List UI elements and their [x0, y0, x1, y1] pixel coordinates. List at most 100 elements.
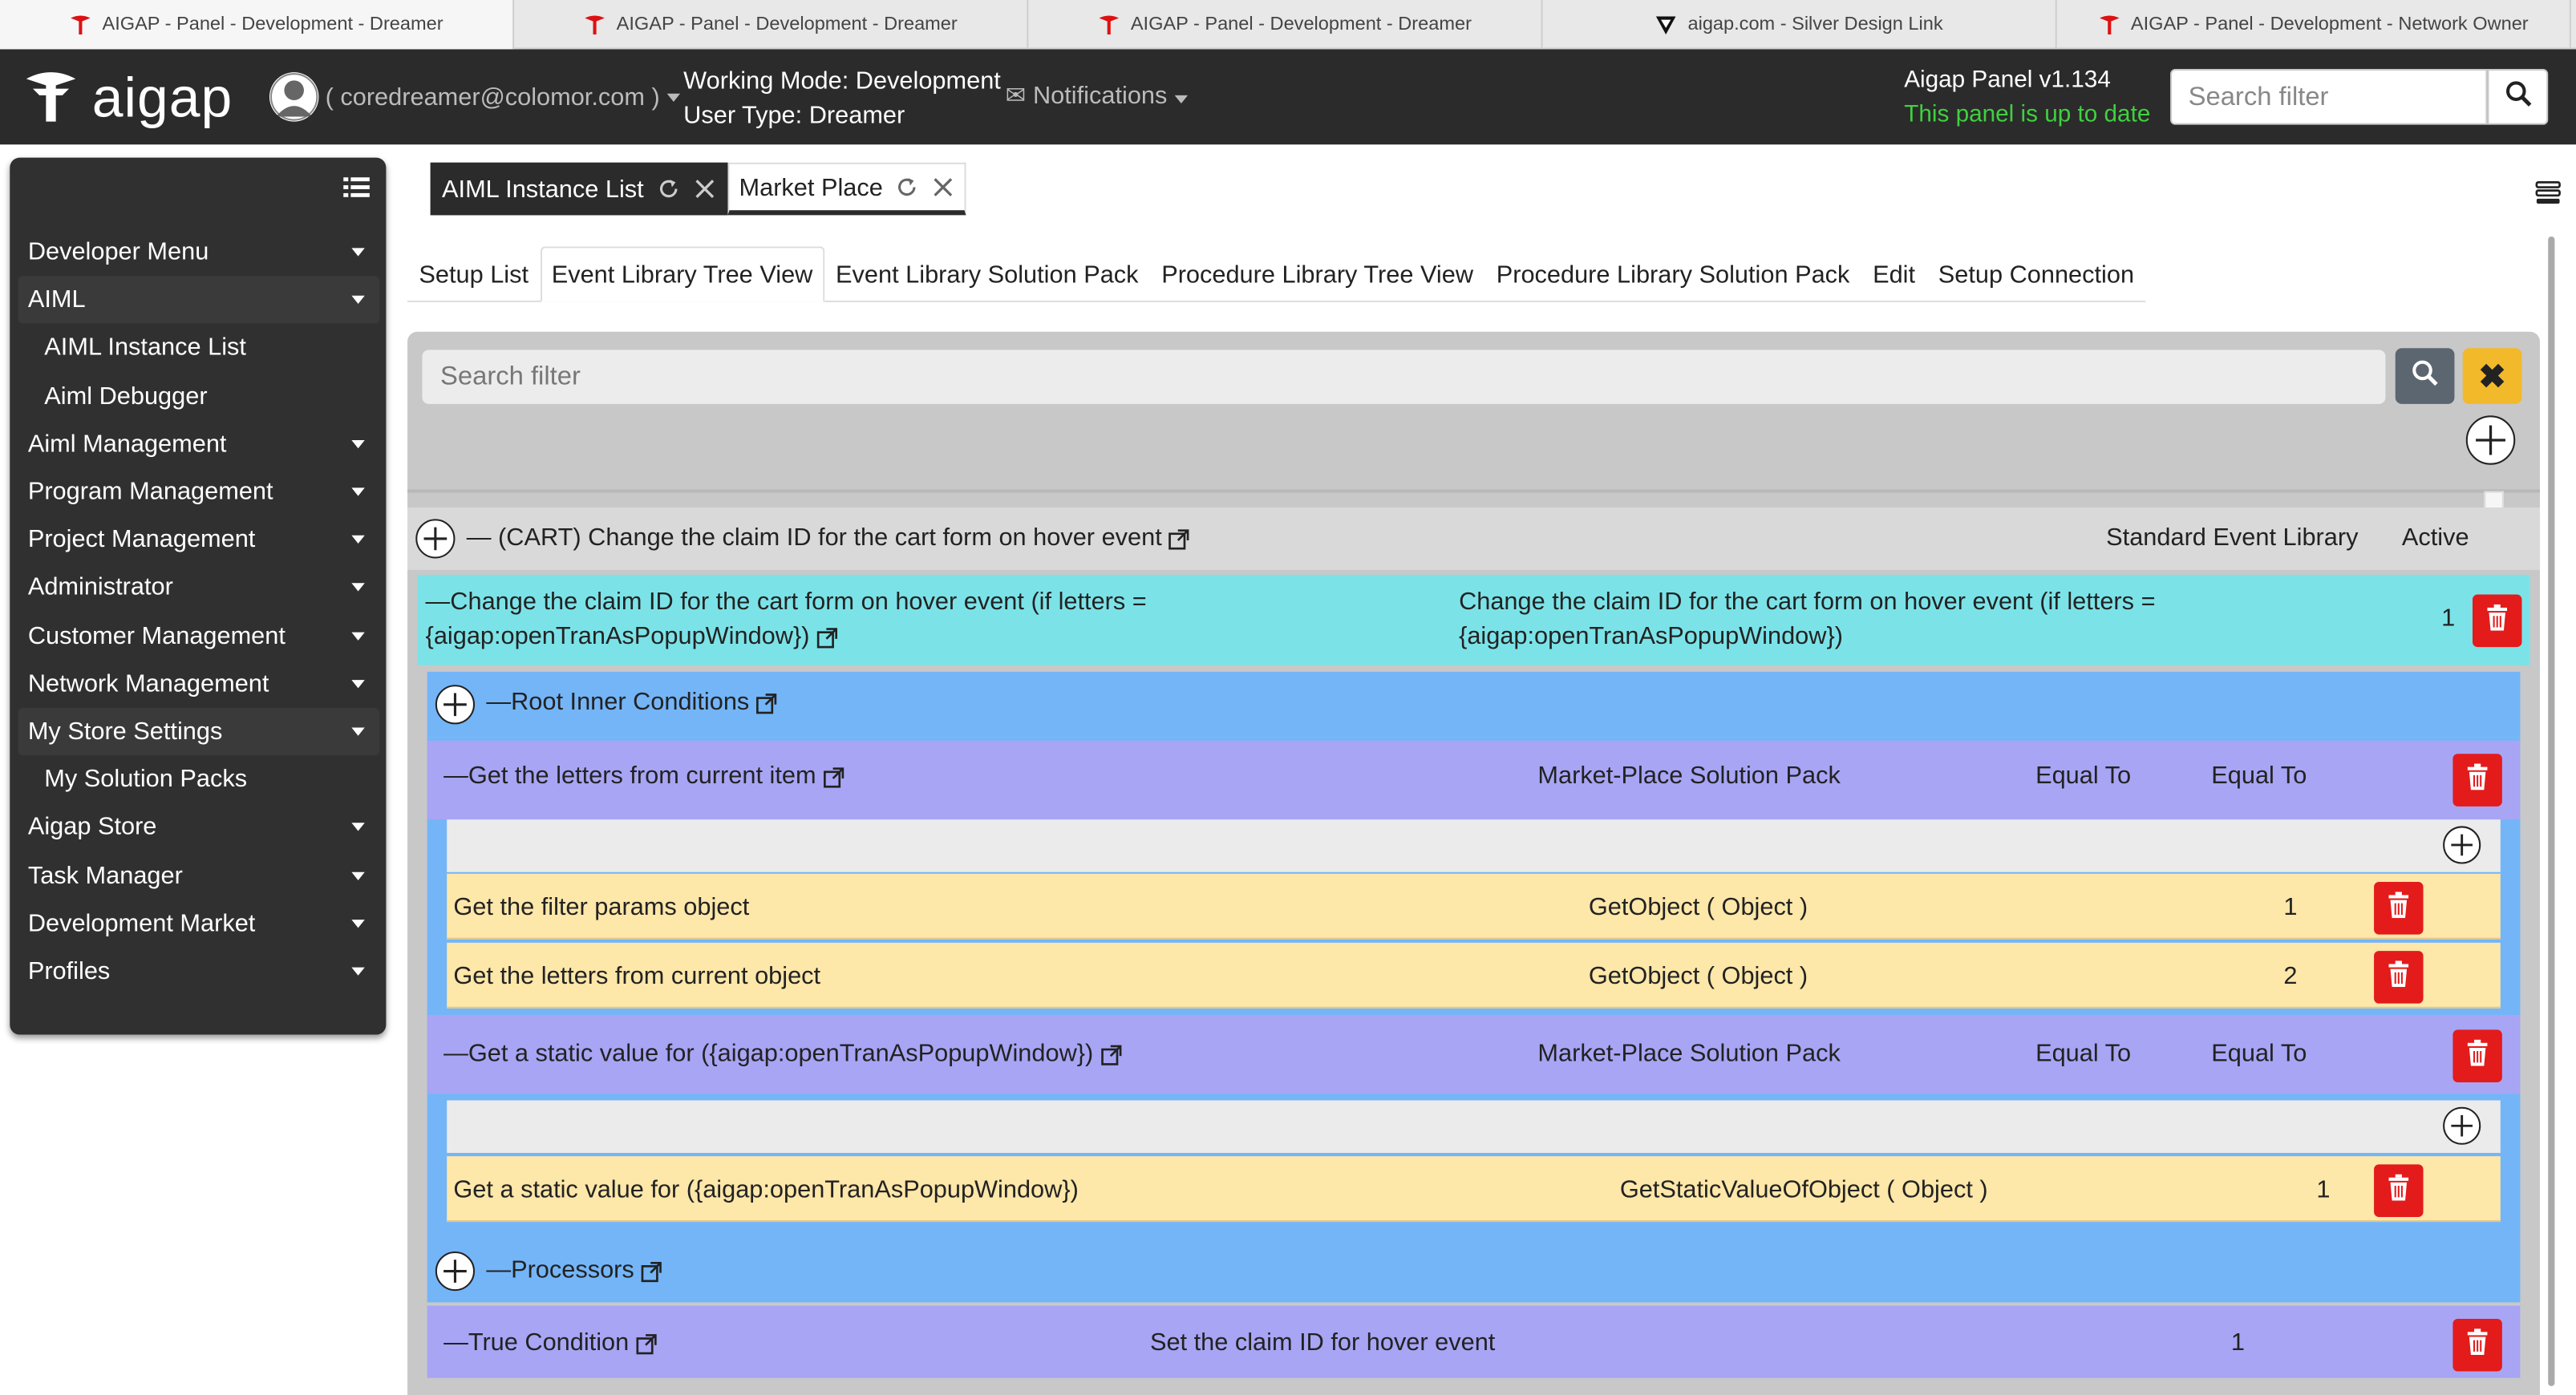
tab-setup-connection[interactable]: Setup Connection	[1926, 246, 2145, 302]
list-icon[interactable]	[343, 174, 370, 200]
plus-circle-icon	[442, 691, 468, 718]
delete-button[interactable]	[2452, 1029, 2502, 1082]
root-conditions-row: —Root Inner Conditions	[427, 671, 2521, 738]
add-condition-button[interactable]	[435, 685, 476, 725]
header-search-button[interactable]	[2487, 69, 2549, 125]
sidebar-item-developer-menu[interactable]: Developer Menu	[18, 228, 380, 277]
scrollbar-thumb[interactable]	[2548, 236, 2555, 1386]
trash-icon	[2387, 892, 2410, 924]
condition-title[interactable]: —Get a static value for ({aigap:openTran…	[444, 1040, 1121, 1068]
item-name[interactable]: Get the letters from current object	[453, 962, 820, 990]
tab-label: AIML Instance List	[442, 175, 644, 203]
aigap-favicon-icon	[584, 13, 607, 36]
add-item-button[interactable]	[2443, 826, 2481, 864]
sidebar-item-administrator[interactable]: Administrator	[18, 564, 380, 612]
refresh-icon[interactable]	[896, 176, 919, 199]
tree-search-button[interactable]	[2395, 348, 2455, 404]
condition-pack: Market-Place Solution Pack	[1537, 762, 1841, 790]
sidebar-item-task-manager[interactable]: Task Manager	[18, 851, 380, 900]
tab-setup-list[interactable]: Setup List	[407, 246, 540, 302]
sidebar-item-aiml[interactable]: AIML	[18, 276, 380, 325]
tree-search-input[interactable]: Search filter	[422, 350, 2386, 404]
item-name[interactable]: Get the filter params object	[453, 893, 749, 921]
silver-design-favicon-icon	[1655, 13, 1679, 36]
add-event-button[interactable]	[2465, 415, 2516, 465]
chevron-down-icon	[351, 296, 365, 305]
tab-event-library-solution-pack[interactable]: Event Library Solution Pack	[824, 246, 1150, 302]
user-menu[interactable]: ( coredreamer@colomor.com )	[269, 72, 680, 122]
tab-procedure-library-tree-view[interactable]: Procedure Library Tree View	[1150, 246, 1485, 302]
close-icon[interactable]	[932, 176, 955, 199]
select-checkbox[interactable]	[2484, 491, 2504, 510]
external-link-icon[interactable]	[756, 693, 778, 714]
condition-pack: Market-Place Solution Pack	[1537, 1039, 1841, 1068]
logo[interactable]: aigap	[23, 66, 233, 133]
tab-aiml-instance-list[interactable]: AIML Instance List	[430, 162, 728, 216]
clear-filter-button[interactable]: ✖	[2462, 348, 2522, 404]
delete-button[interactable]	[2452, 754, 2502, 807]
expand-button[interactable]	[415, 519, 456, 559]
external-link-icon[interactable]	[641, 1260, 662, 1282]
browser-tab[interactable]: AIGAP - Panel - Development - Dreamer	[514, 0, 1029, 50]
external-link-icon[interactable]	[635, 1332, 657, 1354]
sidebar-item-profiles[interactable]: Profiles	[18, 948, 380, 996]
app-tabs: AIML Instance List Market Place	[430, 162, 967, 216]
working-mode: Working Mode: Development	[683, 67, 1001, 95]
event-title[interactable]: — (CART) Change the claim ID for the car…	[467, 524, 1190, 552]
tab-market-place[interactable]: Market Place	[727, 162, 967, 216]
external-link-icon[interactable]	[1169, 528, 1190, 550]
processors-row: —Processors	[427, 1236, 2521, 1303]
tab-event-library-tree-view[interactable]: Event Library Tree View	[540, 246, 824, 302]
sidebar-item-network-management[interactable]: Network Management	[18, 660, 380, 708]
refresh-icon[interactable]	[657, 177, 680, 200]
close-icon[interactable]	[693, 177, 716, 200]
browser-tab-label: aigap.com - Silver Design Link	[1687, 14, 1943, 35]
event-detail-title[interactable]: —Change the claim ID for the cart form o…	[426, 584, 1147, 653]
app-root: AIGAP - Panel - Development - Dreamer AI…	[0, 0, 2576, 1395]
condition-title[interactable]: —Get the letters from current item	[444, 762, 844, 790]
browser-tab-label: AIGAP - Panel - Development - Dreamer	[1130, 14, 1472, 35]
delete-button[interactable]	[2374, 882, 2424, 935]
browser-tab[interactable]: AIGAP - Panel - Development - Dreamer	[1028, 0, 1543, 50]
item-name[interactable]: Get a static value for ({aigap:openTranA…	[453, 1176, 1078, 1204]
external-link-icon[interactable]	[823, 766, 844, 788]
root-conditions-title[interactable]: —Root Inner Conditions	[486, 688, 777, 716]
add-item-button[interactable]	[2443, 1106, 2481, 1145]
tab-edit[interactable]: Edit	[1861, 246, 1927, 302]
delete-button[interactable]	[2452, 1318, 2502, 1372]
sidebar-item-project-management[interactable]: Project Management	[18, 516, 380, 564]
delete-button[interactable]	[2472, 594, 2522, 648]
sidebar-item-aiml-debugger[interactable]: Aiml Debugger	[18, 372, 380, 420]
external-link-icon[interactable]	[1100, 1044, 1121, 1065]
item-function: GetStaticValueOfObject ( Object )	[1619, 1175, 1988, 1204]
add-processor-button[interactable]	[435, 1251, 476, 1292]
chevron-down-icon	[351, 967, 365, 976]
envelope-icon: ✉	[1005, 82, 1027, 111]
aigap-favicon-icon	[1098, 13, 1121, 36]
sidebar-item-aiml-instance-list[interactable]: AIML Instance List	[18, 324, 380, 372]
browser-tab[interactable]: AIGAP - Panel - Development - Network Ow…	[2057, 0, 2571, 50]
sidebar-item-aiml-management[interactable]: Aiml Management	[18, 420, 380, 468]
true-condition-title[interactable]: —True Condition	[444, 1328, 657, 1357]
menu-icon[interactable]	[2535, 179, 2562, 205]
sidebar-item-development-market[interactable]: Development Market	[18, 900, 380, 948]
sidebar-item-customer-management[interactable]: Customer Management	[18, 612, 380, 660]
processors-title[interactable]: —Processors	[486, 1256, 662, 1284]
sidebar-item-my-store-settings[interactable]: My Store Settings	[18, 707, 380, 756]
header-search-input[interactable]: Search filter	[2170, 69, 2488, 125]
sidebar-item-label: Aiml Debugger	[44, 382, 208, 410]
browser-tab[interactable]: aigap.com - Silver Design Link	[1543, 0, 2057, 50]
sidebar-item-aigap-store[interactable]: Aigap Store	[18, 803, 380, 851]
browser-tab[interactable]: AIGAP - Panel - Development - Dreamer	[0, 0, 515, 50]
external-link-icon[interactable]	[816, 627, 838, 649]
delete-button[interactable]	[2374, 1164, 2424, 1217]
tab-procedure-library-solution-pack[interactable]: Procedure Library Solution Pack	[1484, 246, 1861, 302]
sidebar-item-program-management[interactable]: Program Management	[18, 468, 380, 516]
page-scrollbar[interactable]	[2545, 230, 2558, 1395]
notifications-label: Notifications	[1032, 82, 1168, 111]
delete-button[interactable]	[2374, 951, 2424, 1004]
chevron-down-icon	[351, 823, 365, 832]
sidebar-item-my-solution-packs[interactable]: My Solution Packs	[18, 755, 380, 803]
version-label: Aigap Panel v1.134	[1904, 67, 2111, 94]
notifications-menu[interactable]: ✉ Notifications	[1006, 80, 1188, 110]
